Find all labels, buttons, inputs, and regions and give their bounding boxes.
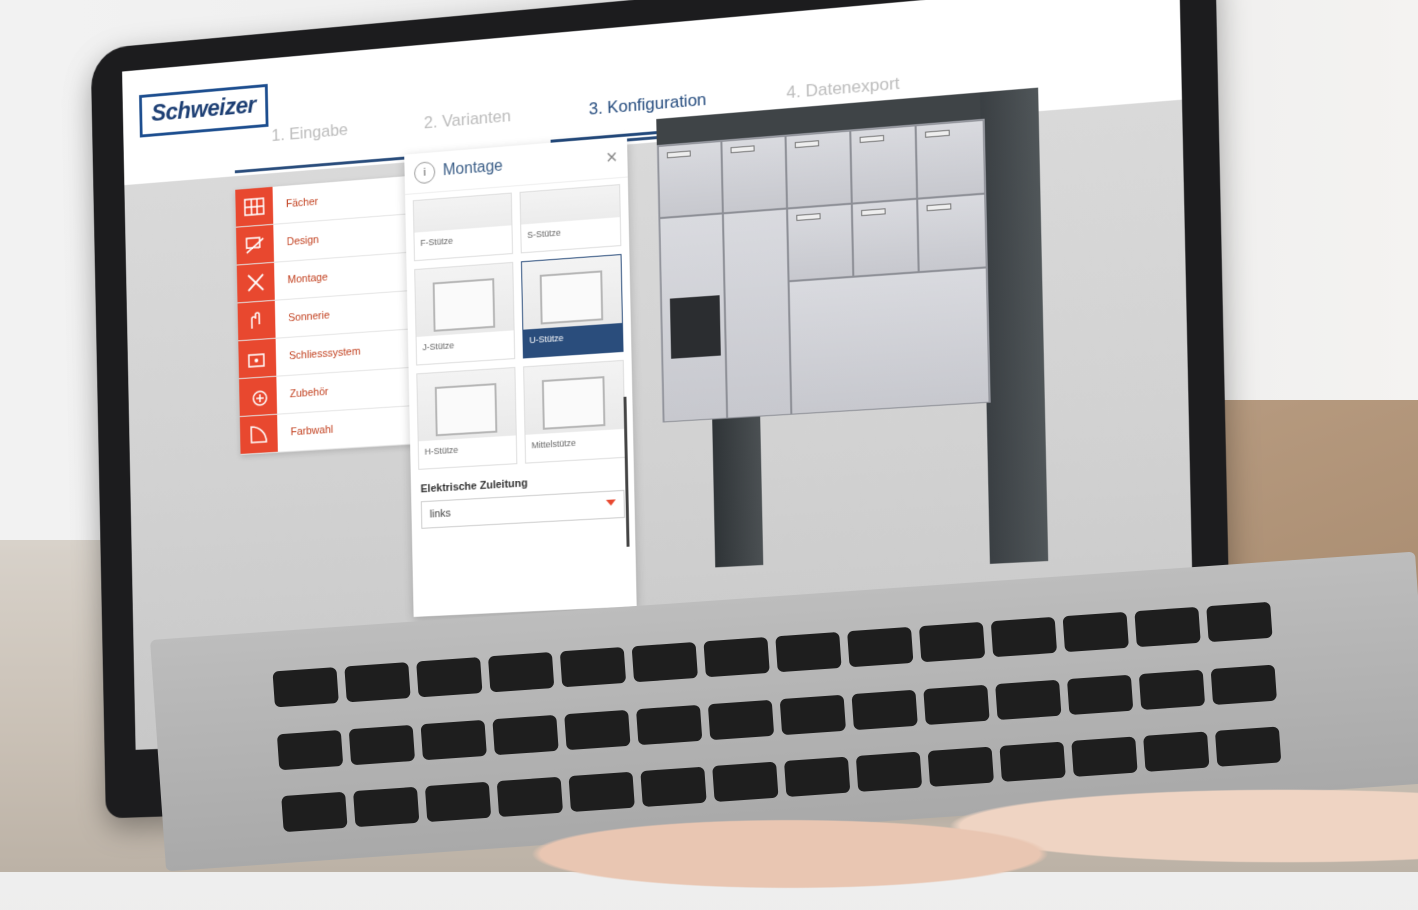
menu-label: Design	[273, 221, 319, 261]
parcel-compartment	[789, 267, 990, 414]
key	[708, 699, 774, 739]
key	[995, 679, 1061, 719]
key	[492, 715, 558, 755]
key	[488, 652, 554, 692]
electric-value: links	[430, 508, 451, 521]
key	[1215, 727, 1281, 767]
menu-label: Fächer	[273, 183, 319, 224]
mailbox-compartment	[916, 120, 986, 199]
key	[636, 704, 702, 744]
mailbox-thumbnail	[542, 376, 606, 430]
slot	[795, 140, 819, 148]
plus-box-icon	[239, 377, 277, 416]
option-h-stuetze[interactable]: H-Stütze	[416, 367, 517, 470]
mailbox-compartment	[786, 131, 852, 209]
option-label: U-Stütze	[523, 323, 622, 357]
key	[632, 642, 698, 682]
parcel-compartment	[723, 209, 791, 419]
option-label: J-Stütze	[417, 330, 515, 364]
frame-right-post	[980, 88, 1048, 564]
key	[272, 667, 338, 707]
key	[281, 792, 347, 832]
menu-label: Zubehör	[276, 373, 328, 413]
grid-icon	[235, 187, 273, 227]
montage-panel: i Montage × F-Stütze S-Stütze J-Stütze U…	[404, 137, 636, 617]
lock-card-icon	[238, 339, 276, 378]
option-label: H-Stütze	[419, 435, 517, 468]
mailbox-compartment	[917, 194, 987, 273]
chevron-down-icon	[606, 499, 616, 506]
slot	[861, 208, 886, 216]
key	[775, 632, 841, 672]
key	[919, 622, 985, 662]
menu-label: Farbwahl	[277, 411, 333, 452]
slot	[925, 130, 950, 138]
frame-left-post	[712, 404, 763, 568]
option-u-stuetze[interactable]: U-Stütze	[521, 254, 624, 359]
option-mittelstuetze[interactable]: Mittelstütze	[523, 360, 626, 464]
key	[1206, 602, 1272, 642]
slot	[796, 213, 820, 221]
mailbox-compartment	[658, 141, 723, 218]
slot	[927, 203, 952, 211]
panel-title: Montage	[443, 158, 503, 181]
electric-section: Elektrische Zuleitung links	[411, 463, 635, 529]
bell-hand-icon	[238, 301, 276, 341]
intercom-panel	[659, 213, 727, 422]
option-label: Mittelstütze	[525, 429, 624, 463]
key	[416, 657, 482, 697]
key	[353, 787, 419, 827]
key	[421, 720, 487, 760]
menu-label: Sonnerie	[275, 297, 330, 338]
mailbox-compartment	[787, 204, 853, 282]
mailbox-3d-model[interactable]	[646, 85, 1084, 591]
mailbox-body	[657, 119, 991, 423]
key	[277, 730, 343, 770]
hands	[520, 770, 1418, 910]
key	[1067, 674, 1133, 714]
tools-icon	[237, 263, 275, 303]
mailbox-thumbnail	[435, 383, 498, 436]
key	[1211, 664, 1277, 704]
key	[1139, 669, 1205, 709]
key	[349, 725, 415, 765]
option-label: F-Stütze	[414, 225, 512, 260]
menu-label: Schliesssystem	[276, 333, 361, 376]
key	[780, 694, 846, 734]
info-icon[interactable]: i	[414, 161, 435, 184]
slot	[731, 145, 755, 153]
menu-label: Montage	[274, 259, 328, 300]
mailbox-compartment	[852, 199, 919, 277]
option-label: S-Stütze	[521, 217, 620, 252]
config-menu: Fächer Design Montage Sonnerie	[235, 175, 427, 455]
key	[1134, 607, 1200, 647]
electric-select[interactable]: links	[421, 490, 625, 529]
design-icon	[236, 225, 274, 265]
slot	[860, 135, 885, 143]
key	[1063, 612, 1129, 652]
mailbox-compartment	[721, 136, 787, 214]
key	[560, 647, 626, 687]
key	[1143, 732, 1209, 772]
mount-options: F-Stütze S-Stütze J-Stütze U-Stütze H-St…	[405, 177, 634, 476]
key	[344, 662, 410, 702]
close-icon[interactable]: ×	[606, 146, 618, 170]
key	[425, 782, 491, 822]
option-f-stuetze[interactable]: F-Stütze	[413, 193, 513, 262]
key	[851, 689, 917, 729]
mailbox-compartment	[850, 125, 917, 203]
mailbox-thumbnail	[540, 270, 604, 324]
option-s-stuetze[interactable]: S-Stütze	[520, 184, 622, 253]
color-fan-icon	[240, 415, 278, 454]
slot	[667, 150, 691, 158]
key	[991, 617, 1057, 657]
key	[564, 709, 630, 749]
key	[847, 627, 913, 667]
option-j-stuetze[interactable]: J-Stütze	[414, 262, 515, 366]
key	[923, 684, 989, 724]
intercom-screen	[670, 295, 721, 359]
mailbox-thumbnail	[433, 278, 496, 332]
key	[703, 637, 769, 677]
